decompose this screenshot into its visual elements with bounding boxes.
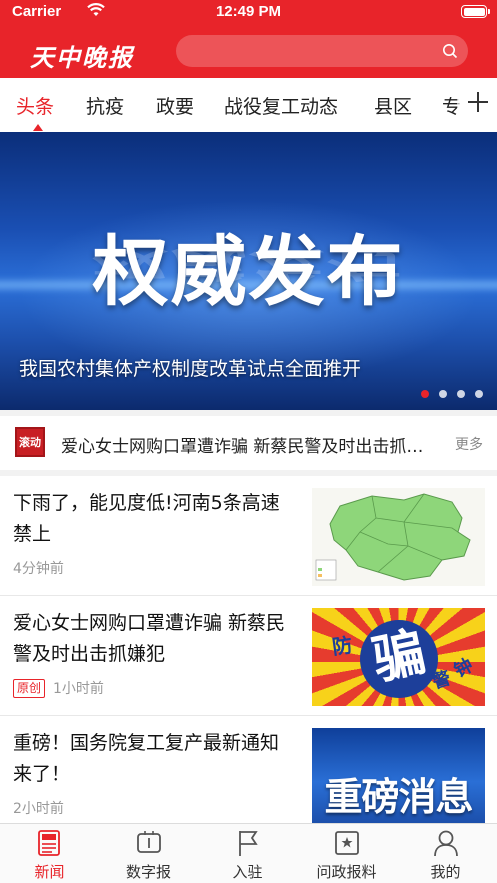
search-icon[interactable]	[442, 43, 458, 59]
thumb-right-char: 警	[429, 667, 454, 694]
rolling-news-badge: 滚动	[15, 427, 45, 457]
news-time: 2小时前	[13, 801, 64, 817]
ticker-text[interactable]: 爱心女士网购口罩遭诈骗 新蔡民警及时出击抓…	[61, 432, 446, 457]
news-time: 4分钟前	[13, 561, 64, 577]
tab-county[interactable]: 县区	[374, 92, 412, 119]
bottom-tab-bar: 新闻 数字报 入驻 问政报料 我的	[0, 823, 497, 883]
digital-paper-icon	[137, 831, 161, 853]
news-thumbnail-map	[312, 488, 485, 586]
news-icon	[38, 830, 60, 856]
tabbar-news[interactable]: 新闻	[0, 824, 99, 883]
news-thumbnail-heavy: 重磅消息	[312, 728, 485, 826]
carousel-dots	[421, 390, 483, 398]
thumb-center-char: 骗	[367, 622, 431, 692]
tabbar-profile[interactable]: 我的	[396, 824, 495, 883]
channel-tabs: 头条 抗疫 政要 战役复工动态 县区 专	[0, 78, 497, 132]
more-link[interactable]: 更多	[455, 434, 483, 454]
app-header: Carrier 12:49 PM 天中晚报	[0, 0, 497, 78]
flag-icon	[239, 831, 258, 856]
app-logo: 天中晚报	[30, 43, 134, 72]
news-item[interactable]: 爱心女士网购口罩遭诈骗 新蔡民警及时出击抓嫌犯 原创 1小时前 骗 防 警 钟	[0, 596, 497, 716]
search-input[interactable]	[176, 35, 468, 67]
carousel-dot[interactable]	[439, 390, 447, 398]
news-title: 重磅！国务院复工复产最新通知来了！	[13, 732, 280, 785]
thumb-left-char: 防	[330, 632, 354, 660]
tabbar-label: 新闻	[34, 863, 65, 881]
thumb-right-char: 钟	[450, 654, 477, 682]
status-bar: Carrier 12:49 PM	[0, 0, 497, 24]
report-icon	[335, 831, 359, 855]
tabbar-join[interactable]: 入驻	[198, 824, 297, 883]
clock: 12:49 PM	[215, 3, 282, 20]
tab-politics[interactable]: 政要	[156, 92, 194, 119]
tab-anti-epidemic[interactable]: 抗疫	[86, 92, 124, 119]
original-tag: 原创	[13, 678, 46, 698]
add-channel-icon[interactable]	[467, 88, 489, 114]
tabbar-label: 问政报料	[316, 863, 377, 881]
battery-icon	[461, 5, 490, 18]
tab-work-resumption[interactable]: 战役复工动态	[224, 92, 338, 119]
news-meta: 原创 1小时前	[13, 678, 104, 698]
henan-map-image	[315, 493, 471, 581]
news-meta: 2小时前	[13, 798, 64, 818]
tab-headline[interactable]: 头条	[16, 92, 54, 119]
banner-carousel[interactable]: 权威发布 权威发布 我国农村集体产权制度改革试点全面推开	[0, 132, 497, 410]
news-title: 下雨了，能见度低!河南5条高速禁上	[13, 492, 280, 545]
banner-caption: 我国农村集体产权制度改革试点全面推开	[19, 358, 362, 380]
banner-headline-reflection: 权威发布	[92, 244, 405, 285]
news-thumbnail-fraud: 骗 防 警 钟	[312, 608, 485, 706]
tabbar-digital-paper[interactable]: 数字报	[99, 824, 198, 883]
breaking-ticker[interactable]: 滚动 爱心女士网购口罩遭诈骗 新蔡民警及时出击抓… 更多	[0, 416, 497, 472]
carousel-dot[interactable]	[475, 390, 483, 398]
tab-indicator	[33, 124, 43, 131]
thumb-heavy-text: 重磅消息	[324, 775, 473, 819]
news-item[interactable]: 重磅！国务院复工复产最新通知来了！ 2小时前 重磅消息	[0, 716, 497, 836]
profile-icon	[434, 830, 458, 857]
carousel-dot[interactable]	[421, 390, 429, 398]
news-item[interactable]: 下雨了，能见度低!河南5条高速禁上 4分钟前	[0, 476, 497, 596]
news-time: 1小时前	[53, 681, 104, 697]
tabbar-label: 入驻	[232, 863, 263, 881]
tabbar-report[interactable]: 问政报料	[297, 824, 396, 883]
news-meta: 4分钟前	[13, 558, 64, 578]
news-title: 爱心女士网购口罩遭诈骗 新蔡民警及时出击抓嫌犯	[13, 612, 286, 665]
carousel-dot[interactable]	[457, 390, 465, 398]
tabbar-label: 数字报	[125, 863, 171, 881]
tabbar-label: 我的	[430, 863, 461, 881]
